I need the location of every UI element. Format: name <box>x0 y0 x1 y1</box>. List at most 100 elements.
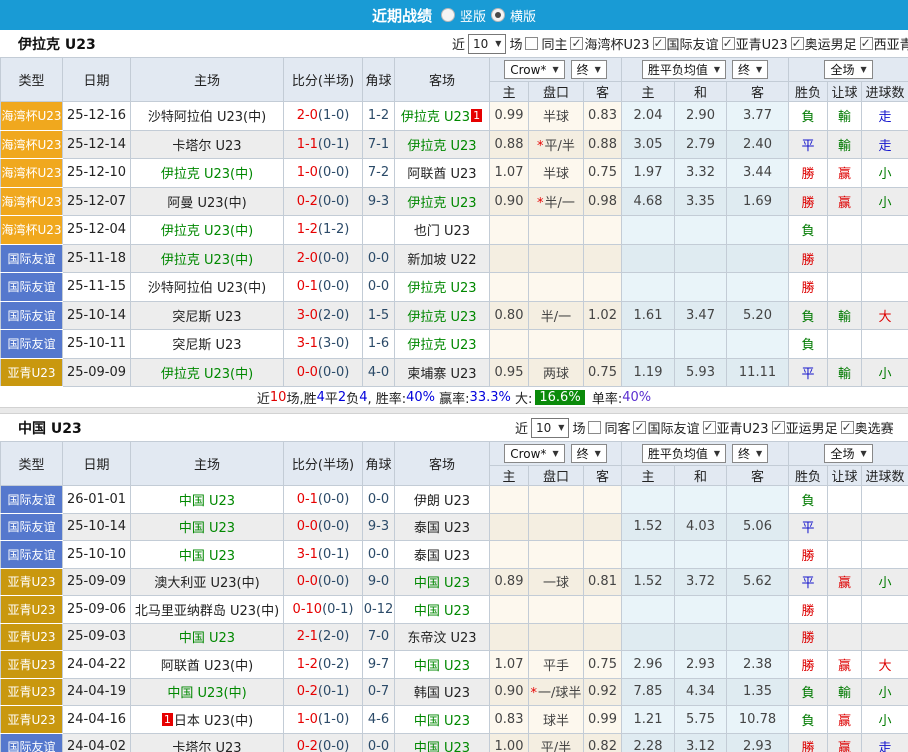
team-link[interactable]: 伊拉克 U23 <box>407 310 476 325</box>
team-link[interactable]: 沙特阿拉伯 U23(中) <box>148 281 266 296</box>
half-score: (0-0) <box>318 194 349 209</box>
league-filter-label[interactable]: 亚运男足 <box>786 418 838 437</box>
team-link[interactable]: 也门 U23 <box>414 224 470 239</box>
team-link[interactable]: 伊拉克 U23(中) <box>161 253 253 268</box>
league-checkbox[interactable] <box>722 37 735 50</box>
team-link[interactable]: 卡塔尔 U23 <box>172 741 241 752</box>
team-link[interactable]: 柬埔寨 U23 <box>407 367 476 382</box>
odds-state-select[interactable]: 终▼ <box>571 60 607 79</box>
recent-count-select[interactable]: 10▼ <box>531 418 569 438</box>
team-link[interactable]: 新加坡 U22 <box>407 253 476 268</box>
team-link[interactable]: 阿联酋 U23(中) <box>161 659 253 674</box>
league-checkbox[interactable] <box>633 421 646 434</box>
league-filter-label[interactable]: 国际友谊 <box>647 418 699 437</box>
odds-company-select[interactable]: Crow*▼ <box>504 60 564 79</box>
team-link[interactable]: 澳大利亚 U23(中) <box>154 576 259 591</box>
scope-select[interactable]: 全场▼ <box>824 444 872 463</box>
league-checkbox[interactable] <box>841 421 854 434</box>
league-checkbox[interactable] <box>860 37 873 50</box>
team-link[interactable]: 北马里亚纳群岛 U23(中) <box>135 604 279 619</box>
same-venue-label[interactable]: 同客 <box>604 418 630 437</box>
same-venue-checkbox[interactable] <box>588 421 601 434</box>
score-cell: 0-0(0-0) <box>284 568 363 596</box>
team-link[interactable]: 中国 U23 <box>179 521 235 536</box>
mean-select[interactable]: 胜平负均值▼ <box>642 60 726 79</box>
scope-select[interactable]: 全场▼ <box>824 60 872 79</box>
team-link[interactable]: 泰国 U23 <box>414 521 470 536</box>
team-link[interactable]: 伊拉克 U23(中) <box>161 367 253 382</box>
league-checkbox[interactable] <box>653 37 666 50</box>
layout-vertical-radio[interactable] <box>441 8 455 22</box>
league-filter-label[interactable]: 亚青U23 <box>736 34 788 53</box>
team-link[interactable]: 卡塔尔 U23 <box>172 139 241 154</box>
team-link[interactable]: 中国 U23 <box>414 714 470 729</box>
away-team-cell: 阿联酋 U23 <box>395 159 490 188</box>
team-link[interactable]: 中国 U23 <box>414 604 470 619</box>
mean-home-cell: 1.52 <box>622 568 675 596</box>
team-link[interactable]: 中国 U23 <box>414 576 470 591</box>
team-link[interactable]: 伊拉克 U23 <box>407 338 476 353</box>
layout-horizontal-radio[interactable] <box>491 8 505 22</box>
same-venue-label[interactable]: 同主 <box>541 34 567 53</box>
league-filter-label[interactable]: 国际友谊 <box>667 34 719 53</box>
goals-result-cell: 小 <box>862 678 908 706</box>
half-score: (0-0) <box>318 492 349 507</box>
team-link[interactable]: 阿联酋 U23 <box>407 167 476 182</box>
type-cell: 亚青U23 <box>1 568 63 596</box>
team-link[interactable]: 中国 U23(中) <box>167 686 246 701</box>
team-link[interactable]: 沙特阿拉伯 U23(中) <box>148 110 266 125</box>
team-link[interactable]: 伊拉克 U23 <box>401 110 470 125</box>
team-link[interactable]: 伊拉克 U23(中) <box>161 167 253 182</box>
league-filter-label[interactable]: 亚青U23 <box>717 418 769 437</box>
team-link[interactable]: 伊拉克 U23(中) <box>161 224 253 239</box>
score-cell: 0-1(0-0) <box>284 273 363 302</box>
team-link[interactable]: 伊拉克 U23 <box>407 139 476 154</box>
league-filter-label[interactable]: 西亚青锦 <box>874 34 908 53</box>
team-link[interactable]: 韩国 U23 <box>414 686 470 701</box>
league-filter-label[interactable]: 奥选赛 <box>855 418 894 437</box>
handicap-cell: *平/半 <box>529 130 584 159</box>
league-filter-label[interactable]: 海湾杯U23 <box>584 34 649 53</box>
team-link[interactable]: 突尼斯 U23 <box>172 338 241 353</box>
mean-away-cell <box>727 273 789 302</box>
league-filter-label[interactable]: 奥运男足 <box>805 34 857 53</box>
layout-vertical-label[interactable]: 竖版 <box>460 6 486 25</box>
result-cell: 平 <box>789 513 828 541</box>
team-link[interactable]: 伊拉克 U23 <box>407 281 476 296</box>
team-link[interactable]: 中国 U23 <box>414 741 470 752</box>
team-link[interactable]: 中国 U23 <box>414 659 470 674</box>
handicap-cell: 两球 <box>529 358 584 387</box>
team-link[interactable]: 中国 U23 <box>179 631 235 646</box>
date-cell: 25-11-18 <box>63 244 131 273</box>
mean-select[interactable]: 胜平负均值▼ <box>642 444 726 463</box>
odds-state-select[interactable]: 终▼ <box>571 444 607 463</box>
goals-result-cell: 小 <box>862 358 908 387</box>
recent-count-select[interactable]: 10▼ <box>468 34 506 54</box>
same-venue-checkbox[interactable] <box>525 37 538 50</box>
team-link[interactable]: 日本 U23(中) <box>174 714 253 729</box>
league-checkbox[interactable] <box>570 37 583 50</box>
team-link[interactable]: 泰国 U23 <box>414 549 470 564</box>
league-checkbox[interactable] <box>772 421 785 434</box>
home-team-cell: 卡塔尔 U23 <box>131 130 284 159</box>
mean-draw-cell: 3.12 <box>675 733 727 752</box>
team-link[interactable]: 阿曼 U23(中) <box>167 196 246 211</box>
team-link[interactable]: 中国 U23 <box>179 494 235 509</box>
team-link[interactable]: 东帝汶 U23 <box>407 631 476 646</box>
handicap-result-cell <box>828 623 862 651</box>
mean-state-select[interactable]: 终▼ <box>732 60 768 79</box>
type-cell: 海湾杯U23 <box>1 187 63 216</box>
col-header-result: 胜负 <box>789 82 828 102</box>
handicap-cell: *半/一 <box>529 187 584 216</box>
mean-state-select[interactable]: 终▼ <box>732 444 768 463</box>
team-link[interactable]: 中国 U23 <box>179 549 235 564</box>
team-link[interactable]: 伊朗 U23 <box>414 494 470 509</box>
team-link[interactable]: 伊拉克 U23 <box>407 196 476 211</box>
team-link[interactable]: 突尼斯 U23 <box>172 310 241 325</box>
corner-cell: 0-0 <box>363 486 395 514</box>
layout-horizontal-label[interactable]: 横版 <box>510 6 536 25</box>
mean-home-cell: 1.19 <box>622 358 675 387</box>
league-checkbox[interactable] <box>791 37 804 50</box>
odds-company-select[interactable]: Crow*▼ <box>504 444 564 463</box>
league-checkbox[interactable] <box>703 421 716 434</box>
